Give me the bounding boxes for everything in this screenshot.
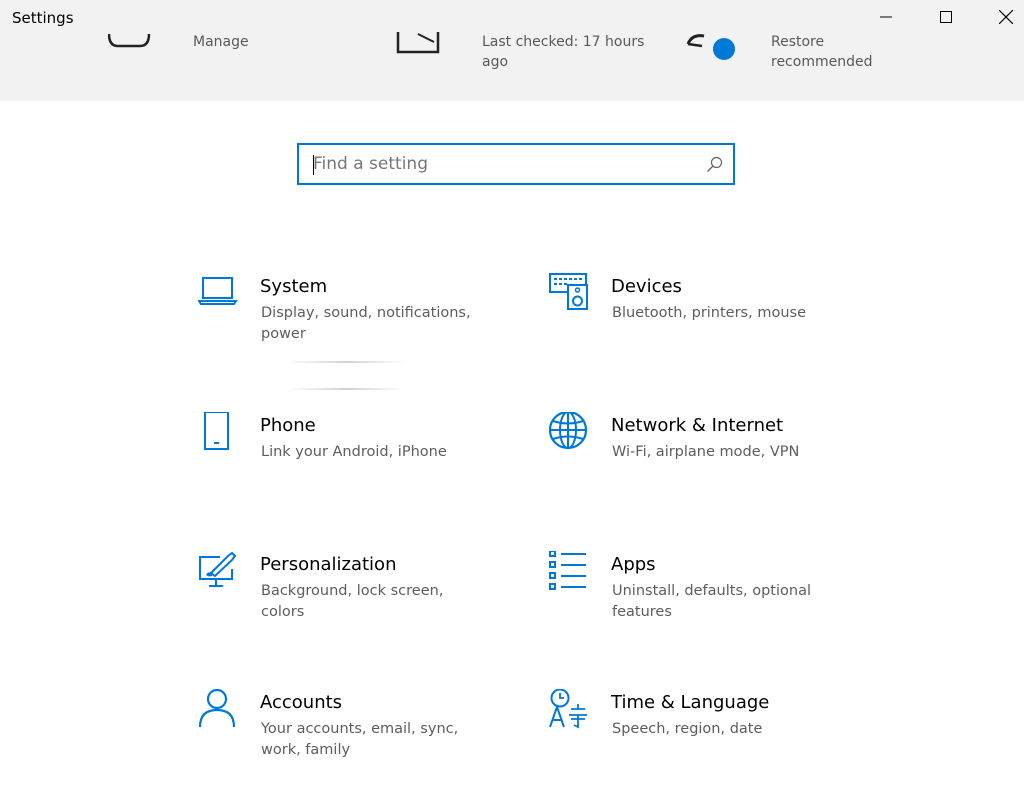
- category-description: Bluetooth, printers, mouse: [612, 305, 806, 321]
- maximize-button[interactable]: [923, 0, 969, 34]
- keyboard-speaker-icon: [549, 273, 588, 310]
- category-description: Speech, region, date: [612, 721, 763, 737]
- category-system[interactable]: System Display, sound, notifications, po…: [198, 273, 498, 373]
- category-description: Wi-Fi, airplane mode, VPN: [612, 444, 800, 460]
- laptop-icon: [198, 277, 238, 305]
- restore-partial-icon: [686, 34, 735, 60]
- maximize-icon: [940, 11, 952, 23]
- banner-item-manage[interactable]: Manage: [193, 32, 313, 52]
- text-caret: [313, 155, 314, 175]
- minimize-button[interactable]: [863, 0, 909, 34]
- category-title: Devices: [611, 276, 682, 297]
- banner-item-restore[interactable]: Restore recommended: [771, 32, 901, 72]
- windows-update-partial-icon: [396, 32, 440, 54]
- category-description: Display, sound, notifications, power: [261, 305, 471, 342]
- window-title: Settings: [12, 9, 74, 27]
- globe-icon: [549, 412, 588, 450]
- category-personalization[interactable]: Personalization Background, lock screen,…: [198, 551, 498, 651]
- divider: [288, 388, 406, 390]
- category-time-language[interactable]: Time & Language Speech, region, date: [549, 689, 849, 789]
- apps-list-icon: [549, 551, 586, 590]
- status-dot: [713, 38, 735, 60]
- category-accounts[interactable]: Accounts Your accounts, email, sync, wor…: [198, 689, 498, 789]
- search-input[interactable]: [313, 145, 693, 183]
- category-network-internet[interactable]: Network & Internet Wi-Fi, airplane mode,…: [549, 412, 849, 512]
- paint-monitor-icon: [199, 551, 237, 587]
- category-title: System: [260, 276, 328, 297]
- category-apps[interactable]: Apps Uninstall, defaults, optional featu…: [549, 551, 849, 651]
- category-phone[interactable]: Phone Link your Android, iPhone: [198, 412, 498, 512]
- category-description: Your accounts, email, sync, work, family: [261, 721, 459, 758]
- category-title: Network & Internet: [611, 415, 784, 436]
- onedrive-partial-icon: [108, 33, 151, 48]
- category-description: Link your Android, iPhone: [261, 444, 447, 460]
- person-icon: [198, 689, 236, 728]
- time-language-icon: [549, 689, 587, 729]
- category-title: Personalization: [260, 554, 397, 575]
- category-title: Apps: [611, 554, 656, 575]
- close-button[interactable]: [983, 0, 1024, 34]
- search-icon[interactable]: [706, 156, 723, 173]
- category-description: Uninstall, defaults, optional features: [612, 583, 811, 620]
- phone-icon: [204, 412, 229, 450]
- minimize-icon: [880, 16, 892, 18]
- category-description: Background, lock screen, colors: [261, 583, 444, 620]
- banner-item-last-checked[interactable]: Last checked: 17 hours ago: [482, 32, 652, 72]
- search-box[interactable]: [297, 143, 735, 185]
- category-title: Time & Language: [611, 692, 770, 713]
- category-title: Accounts: [260, 692, 343, 713]
- category-devices[interactable]: Devices Bluetooth, printers, mouse: [549, 273, 849, 373]
- category-title: Phone: [260, 415, 316, 436]
- close-icon: [999, 10, 1013, 24]
